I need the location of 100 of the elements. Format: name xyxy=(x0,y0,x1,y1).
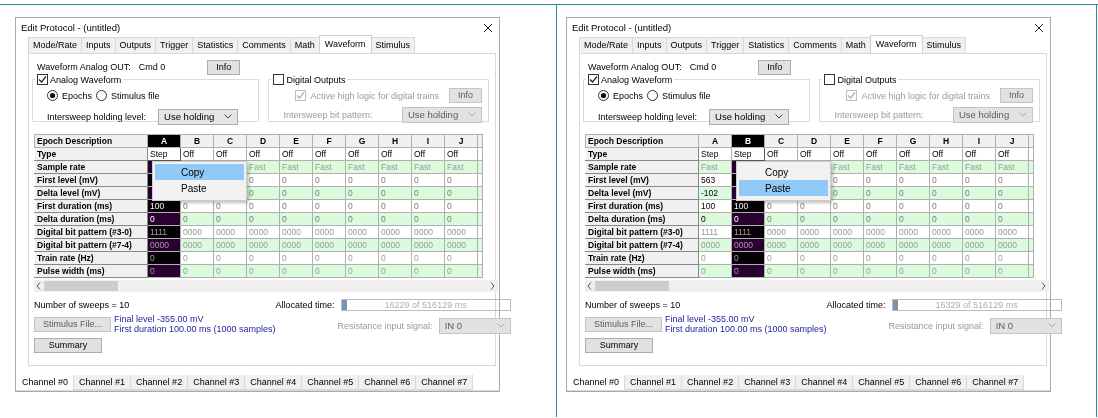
checkbox-label: Digital Outputs xyxy=(837,74,897,85)
column-header[interactable]: D xyxy=(797,134,831,148)
horizontal-scrollbar[interactable] xyxy=(585,280,1049,292)
tab[interactable]: Comments xyxy=(237,37,291,53)
field-label: Intersweep bit pattern: xyxy=(834,109,924,120)
radio-button[interactable] xyxy=(47,90,58,101)
column-header: Epoch Description xyxy=(585,134,699,148)
tab[interactable]: Math xyxy=(840,37,871,53)
field-label: Resistance input signal: xyxy=(337,320,433,331)
table-cell: 0000 xyxy=(962,225,996,239)
tab[interactable]: Channel #5 xyxy=(301,375,360,390)
scroll-right-icon[interactable] xyxy=(1041,282,1046,290)
tab[interactable]: Inputs xyxy=(81,37,116,53)
tab[interactable]: Comments xyxy=(788,37,842,53)
scroll-left-icon[interactable] xyxy=(36,282,41,290)
column-header[interactable]: B xyxy=(180,134,214,148)
tab[interactable]: Channel #4 xyxy=(244,375,303,390)
table-cell: 0000 xyxy=(830,225,864,239)
tab[interactable]: Channel #3 xyxy=(187,375,246,390)
tab[interactable]: Waveform xyxy=(869,35,923,53)
table-cell: 0 xyxy=(444,251,478,265)
scroll-right-icon[interactable] xyxy=(490,282,495,290)
column-header[interactable]: E xyxy=(279,134,313,148)
close-icon[interactable] xyxy=(1034,22,1044,33)
column-header[interactable]: J xyxy=(444,134,478,148)
scrollbar-thumb[interactable] xyxy=(44,281,118,291)
tab[interactable]: Inputs xyxy=(632,37,667,53)
menu-item[interactable]: Copy xyxy=(739,164,828,180)
summary-button[interactable]: Summary xyxy=(34,338,102,353)
column-header[interactable]: G xyxy=(896,134,930,148)
tab[interactable]: Trigger xyxy=(155,37,194,53)
tab[interactable]: Channel #2 xyxy=(130,375,189,390)
tab[interactable]: Math xyxy=(289,37,320,53)
tab[interactable]: Channel #6 xyxy=(909,375,968,390)
tab[interactable]: Channel #1 xyxy=(73,375,132,390)
info-button[interactable]: Info xyxy=(758,59,792,75)
tab[interactable]: Outputs xyxy=(114,37,157,53)
tab[interactable]: Mode/Rate xyxy=(28,37,83,53)
close-icon[interactable] xyxy=(483,22,493,33)
tab[interactable]: Stimulus xyxy=(921,37,966,53)
column-header[interactable]: G xyxy=(345,134,379,148)
field-label: Intersweep holding level: xyxy=(47,111,147,122)
column-header[interactable]: A xyxy=(147,134,181,148)
tab[interactable]: Channel #7 xyxy=(966,375,1025,390)
scroll-left-icon[interactable] xyxy=(587,282,592,290)
tab[interactable]: Mode/Rate xyxy=(579,37,634,53)
checkbox[interactable] xyxy=(588,74,599,85)
tab[interactable]: Statistics xyxy=(743,37,790,53)
column-header[interactable]: A xyxy=(698,134,732,148)
column-header[interactable]: F xyxy=(863,134,897,148)
column-header[interactable]: H xyxy=(929,134,963,148)
tab[interactable]: Stimulus xyxy=(370,37,415,53)
tab[interactable]: Statistics xyxy=(192,37,239,53)
column-header[interactable]: H xyxy=(378,134,412,148)
column-header[interactable]: B xyxy=(731,134,765,148)
tab[interactable]: Channel #7 xyxy=(415,375,474,390)
checkbox[interactable] xyxy=(37,74,48,85)
table-cell: 0 xyxy=(444,186,478,200)
column-header[interactable]: I xyxy=(962,134,996,148)
tab[interactable]: Channel #5 xyxy=(852,375,911,390)
column-header[interactable]: C xyxy=(764,134,798,148)
table-cell: 0 xyxy=(863,199,897,213)
table-cell: Fast xyxy=(830,160,864,174)
table-cell: Off xyxy=(995,147,1029,161)
radio-label: Epochs xyxy=(62,90,93,101)
table-cell: 0000 xyxy=(896,225,930,239)
tab[interactable]: Channel #4 xyxy=(795,375,854,390)
tab[interactable]: Trigger xyxy=(706,37,745,53)
table-cell: 0 xyxy=(995,199,1029,213)
table-cell: 0 xyxy=(444,212,478,226)
horizontal-scrollbar[interactable] xyxy=(34,280,498,292)
column-header[interactable]: J xyxy=(995,134,1029,148)
menu-item[interactable]: Copy xyxy=(155,164,244,180)
table-cell: 0 xyxy=(411,199,445,213)
column-header[interactable]: F xyxy=(312,134,346,148)
column-header[interactable]: D xyxy=(246,134,280,148)
scrollbar-thumb[interactable] xyxy=(595,281,669,291)
table-cell: 0 xyxy=(180,251,214,265)
dropdown[interactable]: Use holding xyxy=(709,108,790,125)
tab[interactable]: Channel #2 xyxy=(681,375,740,390)
info-button[interactable]: Info xyxy=(207,59,241,75)
table-cell: 0 xyxy=(863,251,897,265)
menu-item[interactable]: Paste xyxy=(739,180,828,196)
info-text: First duration 100.00 ms (1000 samples) xyxy=(114,324,276,334)
radio-button[interactable] xyxy=(96,90,108,101)
column-header[interactable]: I xyxy=(411,134,445,148)
table-cell: 0 xyxy=(279,199,313,213)
column-header[interactable]: E xyxy=(830,134,864,148)
summary-button[interactable]: Summary xyxy=(585,338,653,353)
tab[interactable]: Channel #1 xyxy=(624,375,683,390)
tab[interactable]: Channel #3 xyxy=(738,375,797,390)
tab[interactable]: Waveform xyxy=(318,35,372,53)
menu-item[interactable]: Paste xyxy=(155,180,244,196)
column-header[interactable]: C xyxy=(213,134,247,148)
radio-button[interactable] xyxy=(647,90,659,101)
tab[interactable]: Outputs xyxy=(665,37,708,53)
tab[interactable]: Channel #6 xyxy=(358,375,417,390)
dropdown[interactable]: Use holding xyxy=(158,108,239,125)
radio-button[interactable] xyxy=(598,90,609,101)
table-cell: Fast xyxy=(444,160,478,174)
